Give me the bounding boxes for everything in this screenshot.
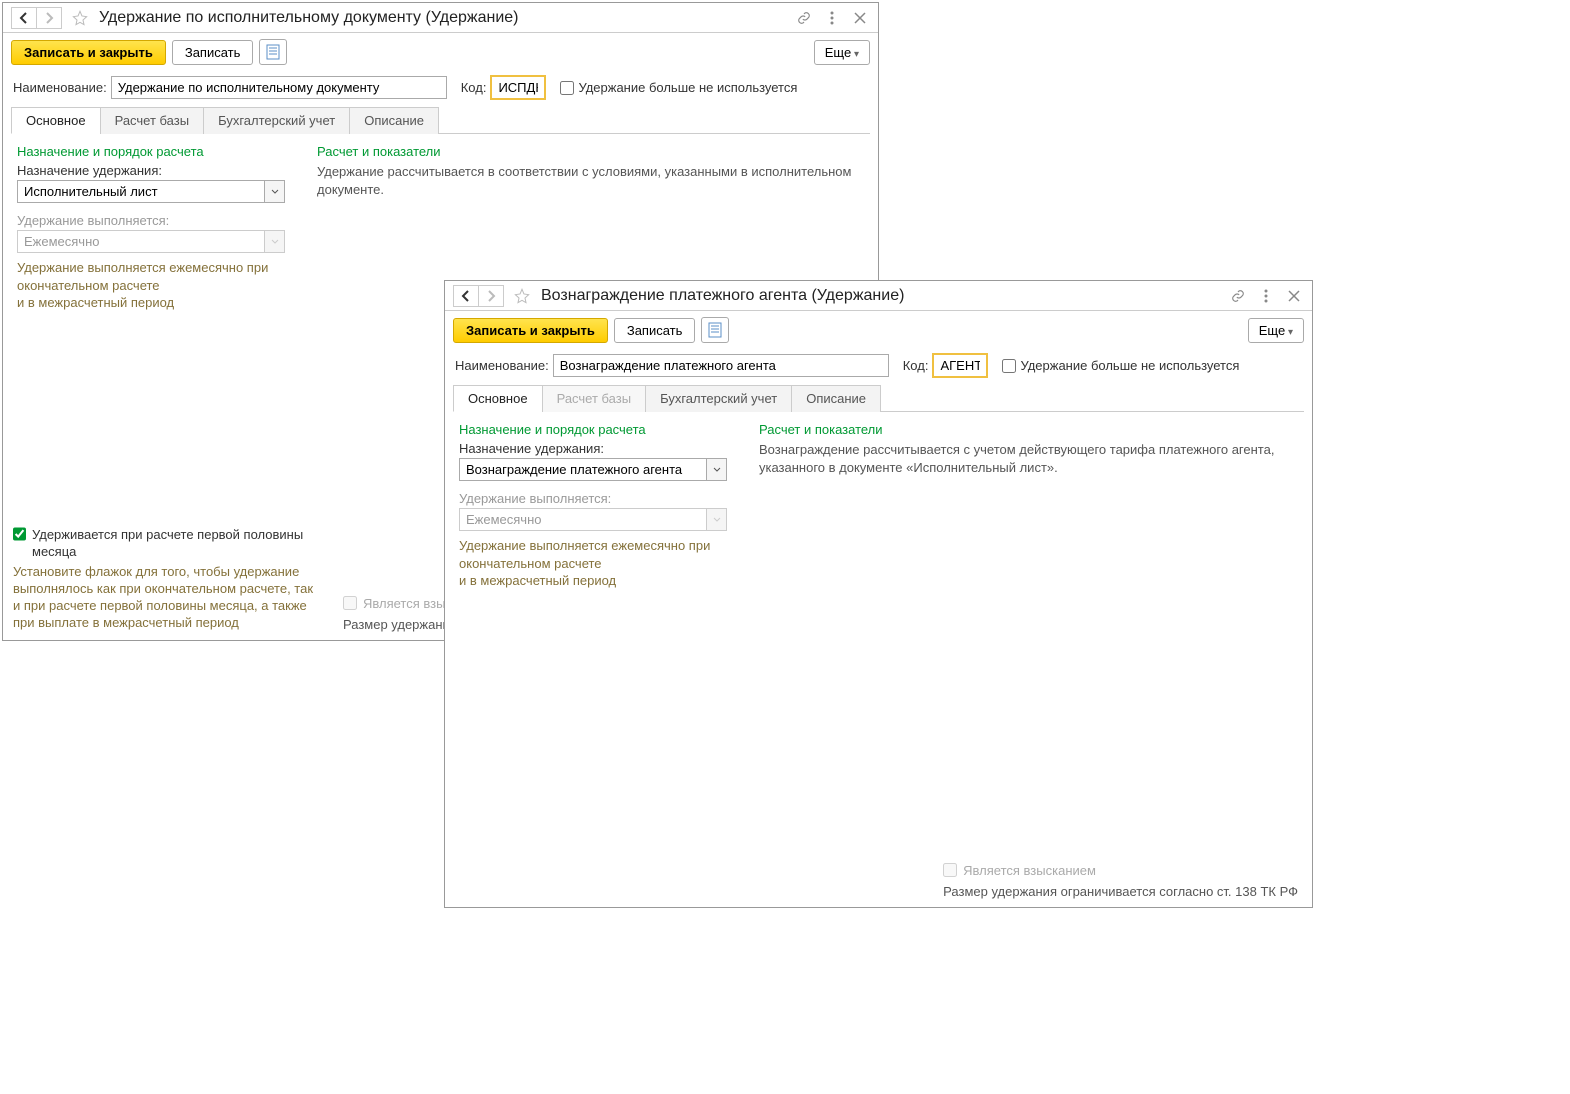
forward-button[interactable]	[478, 285, 504, 307]
forward-button[interactable]	[36, 7, 62, 29]
not-used-checkbox[interactable]	[1002, 359, 1016, 373]
code-label: Код:	[903, 358, 929, 373]
is-penalty-checkbox	[943, 863, 957, 877]
window-agent-fee: Вознаграждение платежного агента (Удержа…	[444, 280, 1313, 908]
window-title: Удержание по исполнительному документу (…	[99, 9, 794, 27]
save-button[interactable]: Записать	[172, 40, 254, 65]
back-button[interactable]	[11, 7, 37, 29]
not-used-label: Удержание больше не используется	[578, 80, 797, 95]
frequency-info: Удержание выполняется ежемесячно при око…	[459, 537, 739, 590]
report-button[interactable]	[701, 317, 729, 343]
purpose-select[interactable]	[459, 458, 707, 481]
tab-accounting[interactable]: Бухгалтерский учет	[203, 107, 350, 134]
is-penalty-label: Является взысканием	[963, 863, 1096, 878]
section-calc-header: Расчет и показатели	[759, 422, 1298, 437]
frequency-label: Удержание выполняется:	[459, 491, 739, 506]
tab-base[interactable]: Расчет базы	[100, 107, 205, 134]
tab-content: Назначение и порядок расчета Назначение …	[445, 412, 1312, 600]
toolbar: Записать и закрыть Записать Еще	[445, 311, 1312, 349]
section-purpose-header: Назначение и порядок расчета	[17, 144, 297, 159]
calc-description: Удержание рассчитывается в соответствии …	[317, 163, 864, 198]
purpose-dropdown-button[interactable]	[265, 180, 285, 203]
purpose-select[interactable]	[17, 180, 265, 203]
header-fields: Наименование: Код: Удержание больше не и…	[445, 349, 1312, 382]
favorite-icon[interactable]	[509, 285, 535, 307]
menu-dots-icon[interactable]	[822, 8, 842, 28]
purpose-label: Назначение удержания:	[459, 441, 739, 456]
not-used-label: Удержание больше не используется	[1020, 358, 1239, 373]
more-button[interactable]: Еще	[1248, 318, 1304, 343]
frequency-dropdown-button	[707, 508, 727, 531]
close-icon[interactable]	[850, 8, 870, 28]
tab-main[interactable]: Основное	[11, 107, 101, 134]
section-calc-header: Расчет и показатели	[317, 144, 864, 159]
header-fields: Наименование: Код: Удержание больше не и…	[3, 71, 878, 104]
frequency-label: Удержание выполняется:	[17, 213, 297, 228]
link-icon[interactable]	[794, 8, 814, 28]
not-used-checkbox[interactable]	[560, 81, 574, 95]
limit-text: Размер удержания ограничивается согласно…	[943, 884, 1298, 899]
tab-description[interactable]: Описание	[791, 385, 881, 412]
report-button[interactable]	[259, 39, 287, 65]
back-button[interactable]	[453, 285, 479, 307]
menu-dots-icon[interactable]	[1256, 286, 1276, 306]
tab-main[interactable]: Основное	[453, 385, 543, 412]
purpose-label: Назначение удержания:	[17, 163, 297, 178]
favorite-icon[interactable]	[67, 7, 93, 29]
bottom-area: Является взысканием Размер удержания огр…	[943, 863, 1298, 900]
titlebar: Удержание по исполнительному документу (…	[3, 3, 878, 33]
purpose-dropdown-button[interactable]	[707, 458, 727, 481]
frequency-select	[459, 508, 707, 531]
titlebar: Вознаграждение платежного агента (Удержа…	[445, 281, 1312, 311]
first-half-checkbox[interactable]	[13, 527, 26, 541]
is-penalty-checkbox	[343, 596, 357, 610]
tab-description[interactable]: Описание	[349, 107, 439, 134]
code-input[interactable]	[490, 75, 546, 100]
name-label: Наименование:	[455, 358, 549, 373]
save-close-button[interactable]: Записать и закрыть	[453, 318, 608, 343]
frequency-dropdown-button	[265, 230, 285, 253]
link-icon[interactable]	[1228, 286, 1248, 306]
code-label: Код:	[461, 80, 487, 95]
frequency-select	[17, 230, 265, 253]
toolbar: Записать и закрыть Записать Еще	[3, 33, 878, 71]
save-button[interactable]: Записать	[614, 318, 696, 343]
more-button[interactable]: Еще	[814, 40, 870, 65]
tabs: Основное Расчет базы Бухгалтерский учет …	[11, 106, 870, 134]
save-close-button[interactable]: Записать и закрыть	[11, 40, 166, 65]
name-input[interactable]	[553, 354, 889, 377]
frequency-info: Удержание выполняется ежемесячно при око…	[17, 259, 297, 312]
first-half-hint: Установите флажок для того, чтобы удержа…	[13, 564, 313, 632]
close-icon[interactable]	[1284, 286, 1304, 306]
section-purpose-header: Назначение и порядок расчета	[459, 422, 739, 437]
window-title: Вознаграждение платежного агента (Удержа…	[541, 287, 1228, 305]
name-input[interactable]	[111, 76, 447, 99]
name-label: Наименование:	[13, 80, 107, 95]
tab-accounting[interactable]: Бухгалтерский учет	[645, 385, 792, 412]
code-input[interactable]	[932, 353, 988, 378]
first-half-label: Удерживается при расчете первой половины…	[32, 527, 313, 561]
tabs: Основное Расчет базы Бухгалтерский учет …	[453, 384, 1304, 412]
calc-description: Вознаграждение рассчитывается с учетом д…	[759, 441, 1298, 476]
tab-base: Расчет базы	[542, 385, 647, 412]
